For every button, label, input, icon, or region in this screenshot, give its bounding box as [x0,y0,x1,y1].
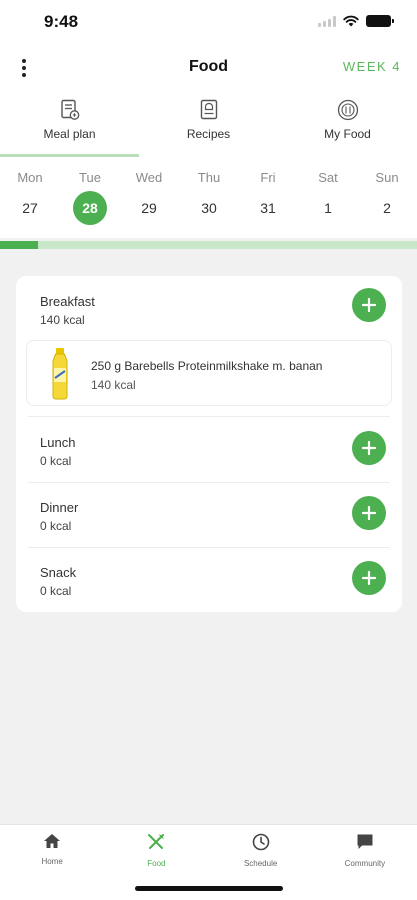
day-name: Sat [318,170,338,185]
add-dinner-button[interactable] [352,496,386,530]
plus-icon [361,570,377,586]
day-thu[interactable]: Thu 30 [185,170,233,225]
tab-bar: Meal plan Recipes My Food [0,95,417,157]
plate-icon [337,99,358,121]
week-selector[interactable]: WEEK 4 [343,59,401,74]
tab-label: Recipes [186,127,231,141]
add-breakfast-button[interactable] [352,288,386,322]
divider [28,482,390,483]
day-number: 27 [22,200,38,216]
plus-icon [361,440,377,456]
day-number: 2 [383,200,391,216]
meal-kcal: 0 kcal [40,454,72,468]
fork-knife-icon [148,834,165,849]
nav-label: Food [147,859,166,868]
tab-my-food[interactable]: My Food [278,95,417,157]
wifi-icon [343,15,359,27]
day-number: 31 [260,200,276,216]
day-name: Mon [17,170,43,185]
day-mon[interactable]: Mon 27 [6,170,54,225]
clock-icon [252,833,269,851]
add-lunch-button[interactable] [352,431,386,465]
day-name: Fri [260,170,276,185]
tab-label: Meal plan [43,127,96,141]
day-number: 29 [141,200,157,216]
meal-name: Dinner [40,500,79,515]
week-progress-fill [0,241,38,249]
meal-name: Breakfast [40,294,95,309]
day-name: Tue [79,170,101,185]
divider [28,416,390,417]
nav-label: Community [344,859,386,868]
nav-label: Home [41,857,63,866]
day-picker: Mon 27 Tue 28 Wed 29 Thu 30 Fri 31 Sat 1… [0,170,417,230]
day-name: Wed [135,170,163,185]
day-name: Thu [197,170,221,185]
day-number: 30 [201,200,217,216]
nav-label: Schedule [243,859,278,868]
nav-home[interactable]: Home [0,825,104,900]
nav-community[interactable]: Community [313,825,417,900]
signal-icon [318,15,336,27]
chat-bubble-icon [357,834,373,849]
day-wed[interactable]: Wed 29 [125,170,173,225]
week-progress-bar [0,241,417,249]
home-indicator [135,886,283,891]
battery-icon [366,15,394,27]
plus-icon [361,297,377,313]
meal-kcal: 0 kcal [40,584,72,598]
plus-icon [361,505,377,521]
add-snack-button[interactable] [352,561,386,595]
recipe-book-icon [200,99,217,120]
app-header: Food WEEK 4 [0,48,417,88]
status-time: 9:48 [44,12,79,31]
food-item-kcal: 140 kcal [91,378,136,392]
day-sun[interactable]: Sun 2 [363,170,411,225]
day-tue[interactable]: Tue 28 [66,170,114,225]
divider [28,547,390,548]
status-icons [318,15,394,27]
day-sat[interactable]: Sat 1 [304,170,352,225]
active-tab-indicator [0,154,139,157]
meal-name: Lunch [40,435,76,450]
tab-label: My Food [324,127,371,141]
tab-recipes[interactable]: Recipes [139,95,278,157]
meal-plan-icon [60,99,79,120]
day-fri[interactable]: Fri 31 [244,170,292,225]
day-name: Sun [375,170,399,185]
meal-card: Breakfast 140 kcal 250 g Barebells Prote… [16,276,402,612]
food-item[interactable]: 250 g Barebells Proteinmilkshake m. bana… [26,340,392,406]
day-number: 1 [324,200,332,216]
day-number: 28 [73,191,107,225]
meal-kcal: 0 kcal [40,519,72,533]
status-bar: 9:48 [0,0,417,46]
home-icon [44,834,61,848]
milkshake-bottle-icon [52,348,68,400]
meal-name: Snack [40,565,77,580]
meal-kcal: 140 kcal [40,313,85,327]
food-item-name: 250 g Barebells Proteinmilkshake m. bana… [91,359,323,373]
tab-meal-plan[interactable]: Meal plan [0,95,139,157]
